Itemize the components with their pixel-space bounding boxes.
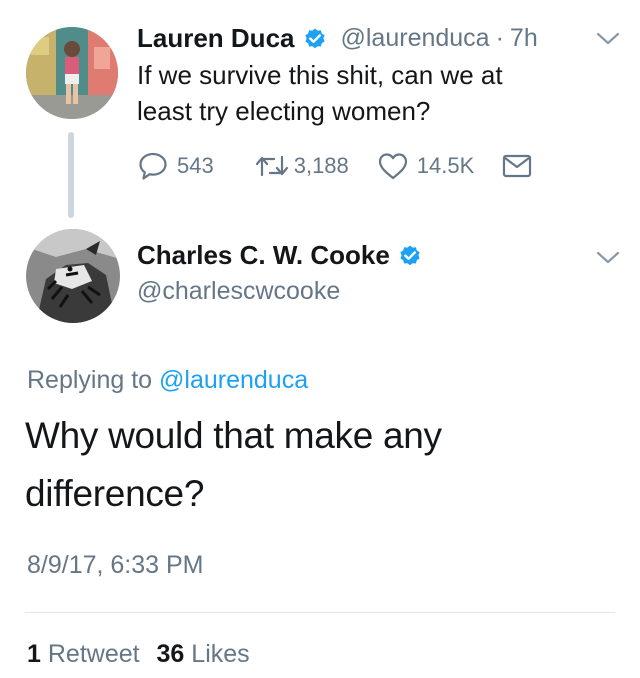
parent-handle[interactable]: @laurenduca — [341, 24, 490, 53]
parent-display-name[interactable]: Lauren Duca — [137, 23, 295, 54]
message-button[interactable] — [502, 154, 532, 178]
retweet-icon — [255, 155, 288, 177]
replying-to-label: Replying to — [27, 366, 153, 394]
divider — [25, 612, 615, 613]
like-label: Likes — [191, 640, 250, 668]
chevron-down-icon[interactable] — [595, 31, 621, 47]
parent-tweet-text: If we survive this shit, can we at least… — [137, 57, 503, 129]
replying-to: Replying to @laurenduca — [27, 366, 308, 395]
verified-icon — [303, 27, 327, 51]
chevron-down-icon[interactable] — [595, 250, 621, 266]
like-count: 14.5K — [416, 153, 475, 178]
parent-actions: 543 3,188 14.5K — [137, 150, 532, 182]
like-button[interactable]: 14.5K — [377, 151, 475, 181]
reply-icon — [139, 152, 167, 180]
retweets-stat[interactable]: 1 Retweet — [27, 640, 140, 668]
main-avatar[interactable] — [26, 229, 120, 323]
parent-tweet-text-line2: least try electing women? — [137, 96, 431, 126]
like-count-number: 36 — [156, 640, 185, 668]
main-header: Charles C. W. Cooke — [137, 240, 422, 271]
separator-dot: · — [495, 24, 504, 52]
retweet-count: 3,188 — [293, 153, 349, 178]
thread-line — [68, 132, 74, 218]
retweet-label: Retweet — [47, 640, 140, 668]
retweet-button[interactable]: 3,188 — [254, 151, 349, 181]
main-handle[interactable]: @charlescwcooke — [137, 277, 340, 306]
retweet-count-number: 1 — [27, 640, 41, 668]
main-display-name[interactable]: Charles C. W. Cooke — [137, 240, 390, 271]
tweet-timestamp[interactable]: 8/9/17, 6:33 PM — [27, 551, 204, 580]
verified-icon — [398, 244, 422, 268]
main-tweet-text-line1: Why would that make any — [25, 415, 442, 456]
parent-avatar[interactable] — [26, 27, 118, 119]
message-icon — [503, 154, 532, 178]
like-icon — [378, 153, 407, 180]
parent-time[interactable]: 7h — [510, 24, 538, 53]
parent-tweet-text-line1: If we survive this shit, can we at — [137, 60, 503, 90]
main-tweet-text: Why would that make any difference? — [25, 407, 615, 523]
tweet-stats: 1 Retweet 36 Likes — [27, 640, 250, 669]
parent-header: Lauren Duca @laurenduca · 7h — [137, 23, 538, 54]
replying-to-mention[interactable]: @laurenduca — [159, 366, 308, 394]
likes-stat[interactable]: 36 Likes — [157, 640, 250, 668]
reply-count: 543 — [177, 153, 214, 178]
main-tweet-text-line2: difference? — [25, 473, 205, 514]
reply-button[interactable]: 543 — [137, 150, 214, 182]
